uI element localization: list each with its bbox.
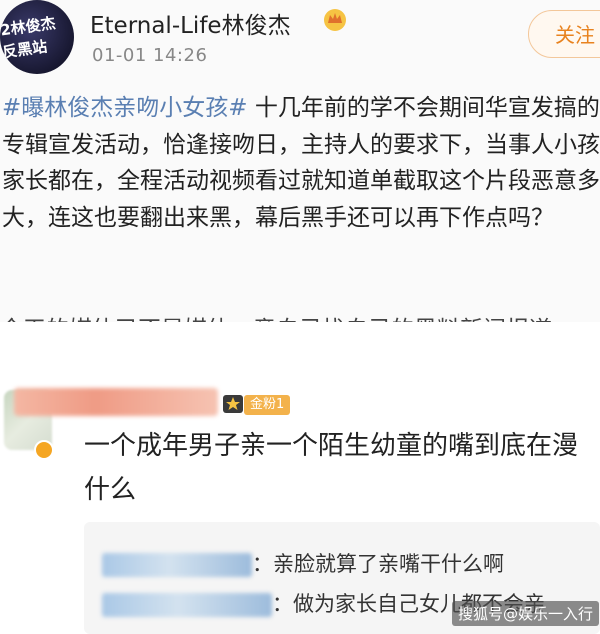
post-time: 01-01 14:26 <box>92 45 208 66</box>
reply-item[interactable]: ：亲脸就算了亲嘴干什么啊 <box>102 548 504 578</box>
reply-user-blurred <box>102 553 252 577</box>
fan-badge-icon <box>223 395 243 413</box>
post-hashtag[interactable]: #曝林俊杰亲吻小女孩# <box>2 95 248 121</box>
divider <box>0 322 600 362</box>
author-name[interactable]: Eternal-Life林俊杰 <box>90 6 291 40</box>
fan-badge: 金粉1 <box>244 395 291 415</box>
reply-user-blurred <box>102 593 272 617</box>
comment-text: 一个成年男子亲一个陌生幼童的嘴到底在漫什么 <box>84 431 579 505</box>
reply-text: ：亲脸就算了亲嘴干什么啊 <box>252 552 504 576</box>
crown-icon <box>324 9 346 31</box>
original-post: 2林俊杰 反黑站 Eternal-Life林俊杰 01-01 14:26 关注 … <box>0 0 600 322</box>
post-body: #曝林俊杰亲吻小女孩# 十几年前的学不会期间华宣发搞的专辑宣发活动，恰逢接吻日，… <box>2 90 600 236</box>
follow-button[interactable]: 关注 <box>528 10 600 58</box>
verified-icon <box>34 440 54 460</box>
author-avatar[interactable]: 2林俊杰 反黑站 <box>0 0 74 74</box>
commenter-name-blurred <box>14 388 218 416</box>
post-cut-line: 今天的媒体已不是媒体，竟自己找自己的黑料新闻报道 <box>0 310 600 322</box>
watermark: 搜狐号@娱乐一入行 <box>452 601 600 626</box>
